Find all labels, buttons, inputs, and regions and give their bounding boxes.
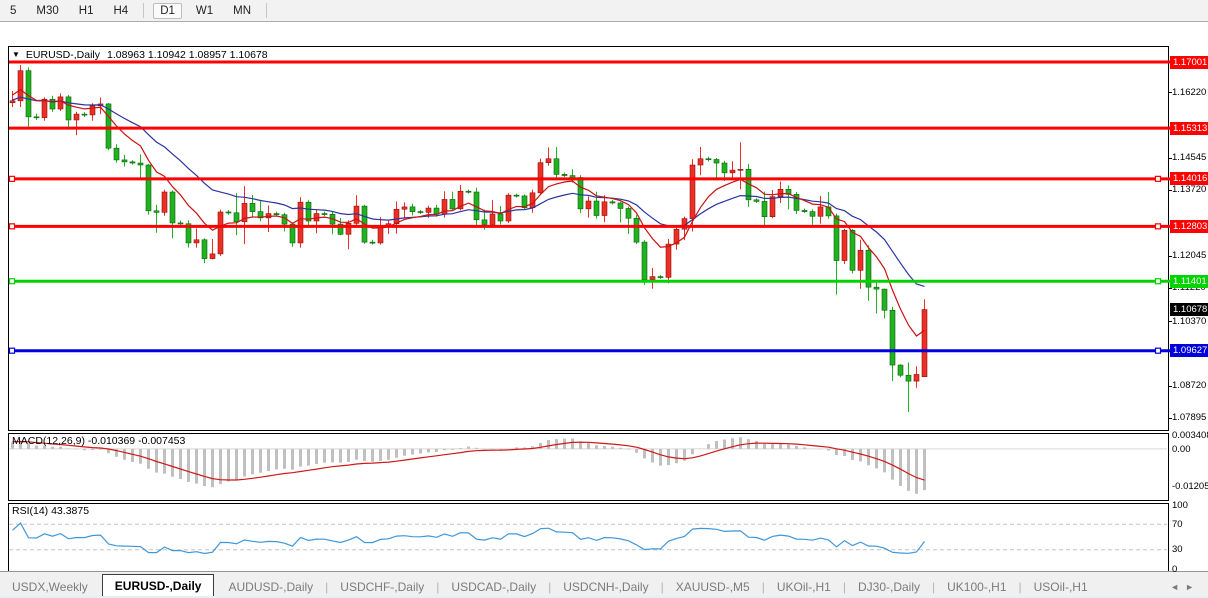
tab-usdx-weekly[interactable]: USDX,Weekly bbox=[0, 577, 100, 597]
macd-axis-label: 0.00 bbox=[1172, 444, 1208, 455]
toolbar-separator bbox=[266, 3, 267, 18]
tab-scroll-left-icon[interactable]: ◄ bbox=[1170, 582, 1185, 592]
price-level-badge: 1.14016 bbox=[1170, 172, 1208, 185]
chevron-down-icon[interactable]: ▼ bbox=[12, 50, 20, 59]
price-level-badge: 1.15313 bbox=[1170, 122, 1208, 135]
macd-indicator-label: MACD(12,26,9) -0.010369 -0.007453 bbox=[12, 435, 185, 447]
rsi-axis-label: 100 bbox=[1172, 500, 1208, 511]
rsi-indicator-label: RSI(14) 43.3875 bbox=[12, 505, 89, 517]
price-level-badge: 1.17001 bbox=[1170, 56, 1208, 69]
tab-uk100-h1[interactable]: UK100-,H1 bbox=[935, 577, 1018, 597]
timeframe-button-mn[interactable]: MN bbox=[227, 4, 257, 18]
tab-audusd-daily[interactable]: AUDUSD-,Daily bbox=[216, 577, 325, 597]
rsi-axis-label: 30 bbox=[1172, 544, 1208, 555]
tab-usdcnh-daily[interactable]: USDCNH-,Daily bbox=[551, 577, 660, 597]
tab-xauusd-m5[interactable]: XAUUSD-,M5 bbox=[664, 577, 762, 597]
price-axis-label: 1.07895 bbox=[1172, 412, 1208, 423]
tab-dj30-daily[interactable]: DJ30-,Daily bbox=[846, 577, 932, 597]
price-axis-label: 1.16220 bbox=[1172, 87, 1208, 98]
tab-ukoil-h1[interactable]: UKOil-,H1 bbox=[765, 577, 843, 597]
symbol-tab-bar: USDX,WeeklyEURUSD-,DailyAUDUSD-,Daily|US… bbox=[0, 571, 1208, 597]
timeframe-button-h1[interactable]: H1 bbox=[73, 4, 100, 18]
tab-usoil-h1[interactable]: USOil-,H1 bbox=[1022, 577, 1100, 597]
price-axis-label: 1.10370 bbox=[1172, 316, 1208, 327]
chart-symbol-period: EURUSD-,Daily bbox=[26, 49, 100, 61]
chart-area[interactable]: ▼ EURUSD-,Daily 1.08963 1.10942 1.08957 1.… bbox=[0, 22, 1208, 571]
timeframe-button-5[interactable]: 5 bbox=[4, 4, 22, 18]
chart-ohlc-values: 1.08963 1.10942 1.08957 1.10678 bbox=[107, 49, 268, 61]
macd-axis-label: -0.012059 bbox=[1172, 481, 1208, 492]
timeframe-toolbar: 5 M30 H1 H4 D1 W1 MN bbox=[0, 0, 1208, 22]
price-chart-panel[interactable] bbox=[0, 22, 1208, 571]
timeframe-button-d1[interactable]: D1 bbox=[153, 3, 182, 19]
price-axis-label: 1.13720 bbox=[1172, 184, 1208, 195]
tab-scroll-right-icon[interactable]: ► bbox=[1185, 582, 1200, 592]
price-level-badge: 1.11401 bbox=[1170, 275, 1208, 288]
chart-title: ▼ EURUSD-,Daily 1.08963 1.10942 1.08957 1.… bbox=[12, 49, 268, 61]
timeframe-button-w1[interactable]: W1 bbox=[190, 4, 219, 18]
rsi-axis-label: 0 bbox=[1172, 564, 1208, 575]
price-axis-label: 1.08720 bbox=[1172, 380, 1208, 391]
tab-usdchf-daily[interactable]: USDCHF-,Daily bbox=[328, 577, 436, 597]
trading-platform-window: 5 M30 H1 H4 D1 W1 MN ▼ EURUSD-,Daily 1.08963 1.1… bbox=[0, 0, 1208, 598]
tab-scroll-arrows: ◄► bbox=[1170, 577, 1200, 597]
price-axis-label: 1.12045 bbox=[1172, 250, 1208, 261]
current-price-badge: 1.10678 bbox=[1170, 303, 1208, 316]
price-level-badge: 1.12803 bbox=[1170, 220, 1208, 233]
price-axis-label: 1.14545 bbox=[1172, 152, 1208, 163]
rsi-axis-label: 70 bbox=[1172, 519, 1208, 530]
price-level-badge: 1.09627 bbox=[1170, 344, 1208, 357]
tab-eurusd-daily[interactable]: EURUSD-,Daily bbox=[102, 574, 215, 597]
timeframe-button-h4[interactable]: H4 bbox=[107, 4, 134, 18]
tab-usdcad-daily[interactable]: USDCAD-,Daily bbox=[439, 577, 548, 597]
macd-axis-label: 0.003408 bbox=[1172, 430, 1208, 441]
toolbar-separator bbox=[143, 3, 144, 18]
timeframe-button-m30[interactable]: M30 bbox=[30, 4, 64, 18]
